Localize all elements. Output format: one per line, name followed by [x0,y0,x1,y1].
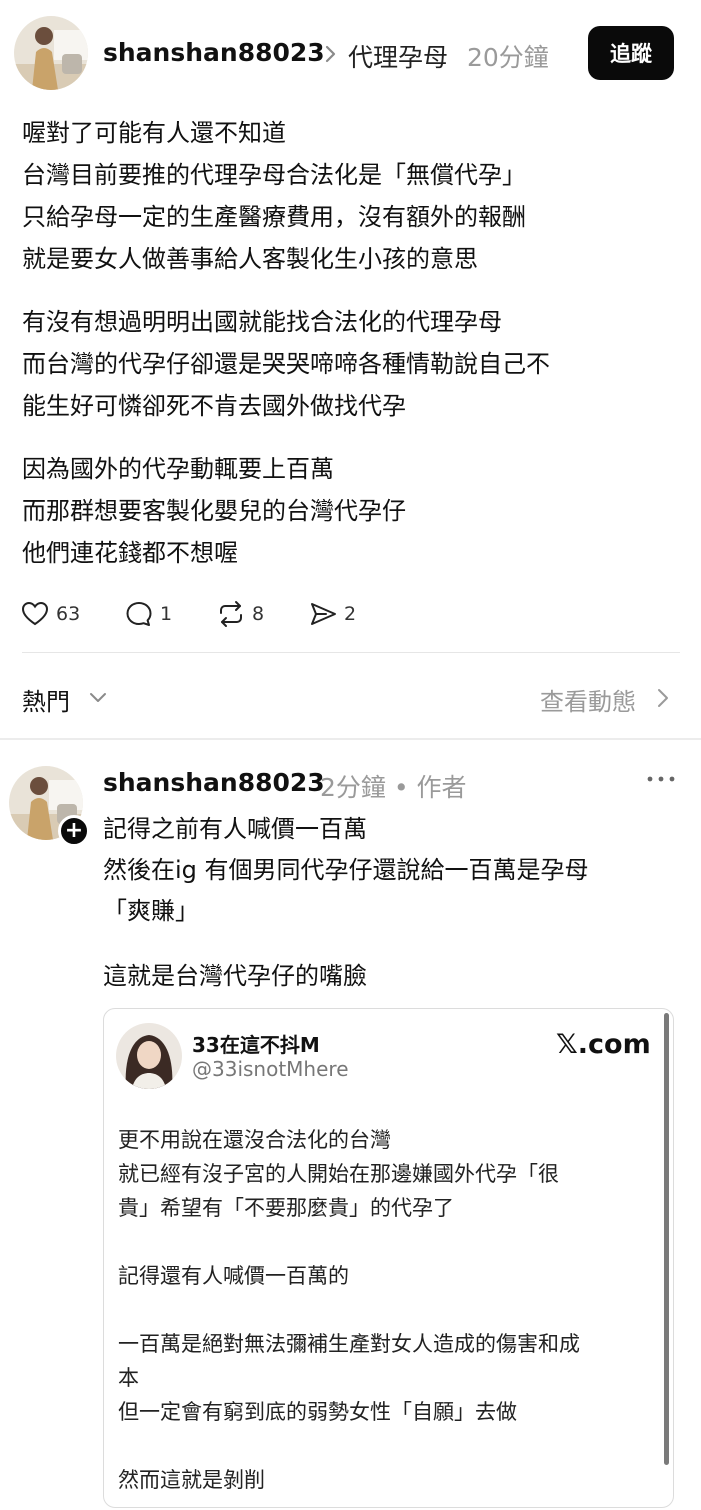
repost-icon [220,601,242,627]
reply-username[interactable]: shanshan88023 [103,768,325,797]
heart-icon [21,601,49,626]
embed-post-body: 更不用說在還沒合法化的台灣 就已經有沒子宮的人開始在那邊嫌國外代孕「很 貴」希望… [118,1123,658,1497]
post-header: shanshan88023 代理孕母 20分鐘 追蹤 [0,0,701,110]
post-line: 他們連花錢都不想喔 [22,539,238,567]
reply-line: 「爽賺」 [103,897,199,925]
embed-line [118,1293,658,1327]
chevron-down-icon[interactable] [88,690,108,706]
embed-author-avatar [116,1023,182,1089]
comment-count: 1 [160,603,173,625]
post-line: 而那群想要客製化嬰兒的台灣代孕仔 [22,497,406,525]
more-options-icon[interactable] [644,766,678,792]
embed-scrollbar[interactable] [664,1013,669,1465]
embed-line: 就已經有沒子宮的人開始在那邊嫌國外代孕「很 [118,1162,559,1186]
embed-line [118,1225,658,1259]
embed-line: 更不用說在還沒合法化的台灣 [118,1128,391,1152]
reply-paragraph-2: 這就是台灣代孕仔的嘴臉 [103,956,367,997]
embedded-x-post[interactable]: 33在這不抖M @33isnotMhere 𝕏.com 更不用說在還沒合法化的台… [103,1008,674,1508]
author-username[interactable]: shanshan88023 [103,38,325,67]
post-line: 喔對了可能有人還不知道 [22,119,286,147]
x-logo: 𝕏.com [556,1029,651,1060]
follow-button[interactable]: 追蹤 [588,26,674,80]
embed-author-handle: @33isnotMhere [192,1057,349,1081]
embed-line: 然而這就是剝削 [118,1468,265,1492]
post-paragraph-1: 喔對了可能有人還不知道 台灣目前要推的代理孕母合法化是「無償代孕」 只給孕母一定… [22,112,526,280]
author-avatar[interactable] [14,16,88,90]
embed-line: 一百萬是絕對無法彌補生產對女人造成的傷害和成 [118,1332,580,1356]
post-line: 只給孕母一定的生產醫療費用，沒有額外的報酬 [22,203,526,231]
post-actions: 63 1 8 2 [20,594,420,634]
reply-meta: 2分鐘 • 作者 [320,773,467,802]
sort-dropdown-label[interactable]: 熱門 [22,682,70,717]
threads-post-page: shanshan88023 代理孕母 20分鐘 追蹤 喔對了可能有人還不知道 台… [0,0,701,1510]
share-count: 2 [344,603,357,625]
post-line: 能生好可憐卻死不肯去國外做找代孕 [22,392,406,420]
post-timestamp: 20分鐘 [467,43,549,72]
embed-line [118,1429,658,1463]
embed-line: 貴」希望有「不要那麼貴」的代孕了 [118,1196,454,1220]
post-line: 有沒有想過明明出國就能找合法化的代理孕母 [22,308,502,336]
reply-paragraph-1: 記得之前有人喊價一百萬 然後在ig 有個男同代孕仔還說給一百萬是孕母 「爽賺」 [103,809,589,932]
comment-button[interactable]: 1 [124,594,172,634]
post-line: 就是要女人做善事給人客製化生小孩的意思 [22,245,478,273]
reply-line: 這就是台灣代孕仔的嘴臉 [103,962,367,990]
view-activity-link[interactable]: 查看動態 [540,682,636,717]
share-button[interactable]: 2 [308,594,356,634]
post-line: 台灣目前要推的代理孕母合法化是「無償代孕」 [22,161,526,189]
post-paragraph-3: 因為國外的代孕動輒要上百萬 而那群想要客製化嬰兒的台灣代孕仔 他們連花錢都不想喔 [22,448,406,574]
post-line: 因為國外的代孕動輒要上百萬 [22,455,334,483]
comment-icon [126,602,152,626]
share-icon [311,603,336,625]
post-paragraph-2: 有沒有想過明明出國就能找合法化的代理孕母 而台灣的代孕仔卻還是哭哭啼啼各種情勒說… [22,301,550,427]
embed-line: 但一定會有窮到底的弱勢女性「自願」去做 [118,1400,517,1424]
divider [22,652,680,653]
chevron-right-icon[interactable] [656,686,670,710]
topic-tag[interactable]: 代理孕母 [348,38,448,74]
embed-author-name: 33在這不抖M [192,1033,320,1057]
repost-count: 8 [252,603,265,625]
like-button[interactable]: 63 [20,594,80,634]
embed-line: 記得還有人喊價一百萬的 [118,1264,349,1288]
like-count: 63 [56,603,81,625]
follow-plus-icon[interactable]: + [58,815,90,847]
post-line: 而台灣的代孕仔卻還是哭哭啼啼各種情勒說自己不 [22,350,550,378]
chevron-right-icon [325,45,336,63]
section-divider [0,738,701,740]
embed-line: 本 [118,1366,139,1390]
repost-button[interactable]: 8 [216,594,264,634]
reply-line: 記得之前有人喊價一百萬 [103,815,367,843]
reply-line: 然後在ig 有個男同代孕仔還說給一百萬是孕母 [103,856,589,884]
